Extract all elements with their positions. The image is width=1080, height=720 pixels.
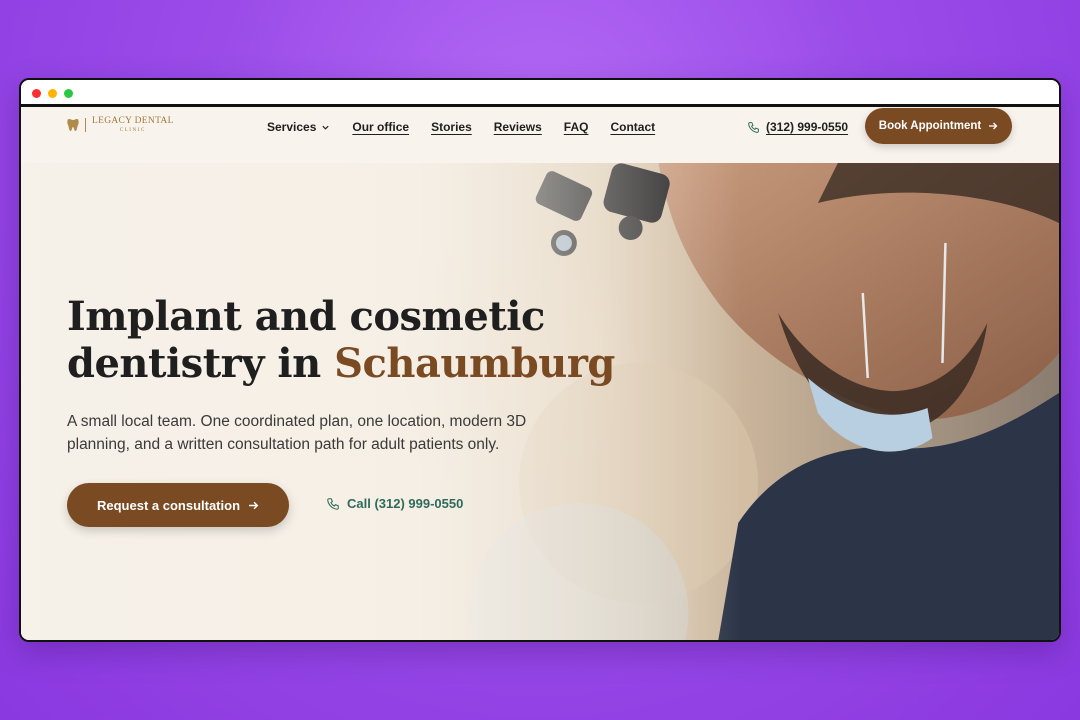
nav-services-dropdown[interactable]: Services <box>267 120 330 134</box>
phone-icon <box>327 497 339 510</box>
arrow-right-icon <box>989 122 998 130</box>
main-navigation: Services Our office Stories Reviews FAQ … <box>267 120 677 134</box>
minimize-window-button[interactable] <box>48 89 57 98</box>
tooth-icon <box>67 118 79 131</box>
call-phone-link[interactable]: Call (312) 999-0550 <box>326 496 463 511</box>
nav-our-office[interactable]: Our office <box>352 120 409 134</box>
book-appointment-button[interactable]: Book Appointment <box>865 108 1012 144</box>
site-logo[interactable]: LEGACY DENTAL CLINIC <box>67 116 174 133</box>
book-appointment-label: Book Appointment <box>878 120 982 132</box>
request-consultation-button[interactable]: Request a consultation <box>67 483 289 527</box>
hero-heading-line2: dentistry in <box>67 340 335 387</box>
close-window-button[interactable] <box>32 89 41 98</box>
call-phone-label: Call (312) 999-0550 <box>347 496 464 511</box>
hero-subtitle: A small local team. One coordinated plan… <box>67 413 527 453</box>
window-titlebar <box>21 80 1059 107</box>
arrow-right-icon <box>249 501 259 509</box>
chevron-down-icon <box>322 125 330 130</box>
nav-stories[interactable]: Stories <box>431 120 472 134</box>
logo-name: LEGACY DENTAL <box>92 116 174 126</box>
header-phone-link[interactable]: (312) 999-0550 <box>747 120 848 134</box>
logo-tagline: CLINIC <box>119 127 146 133</box>
site-header: LEGACY DENTAL CLINIC Services Our office… <box>21 107 1059 163</box>
browser-window: LEGACY DENTAL CLINIC Services Our office… <box>19 78 1061 642</box>
nav-services-label: Services <box>267 120 317 134</box>
hero-heading-accent: Schaumburg <box>334 340 615 387</box>
hero-heading-line1: Implant and cosmetic <box>67 293 545 340</box>
request-consultation-label: Request a consultation <box>96 497 241 513</box>
hero-section: Implant and cosmetic dentistry in Schaum… <box>21 163 1059 640</box>
hero-heading: Implant and cosmetic dentistry in Schaum… <box>67 293 667 387</box>
nav-contact[interactable]: Contact <box>610 120 655 134</box>
nav-reviews[interactable]: Reviews <box>494 120 542 134</box>
logo-divider <box>85 117 86 132</box>
maximize-window-button[interactable] <box>64 89 73 98</box>
hero-overlay <box>21 163 741 640</box>
header-phone-number: (312) 999-0550 <box>766 120 849 134</box>
phone-icon <box>748 121 759 133</box>
nav-faq[interactable]: FAQ <box>564 120 589 134</box>
logo-text: LEGACY DENTAL CLINIC <box>92 116 174 133</box>
